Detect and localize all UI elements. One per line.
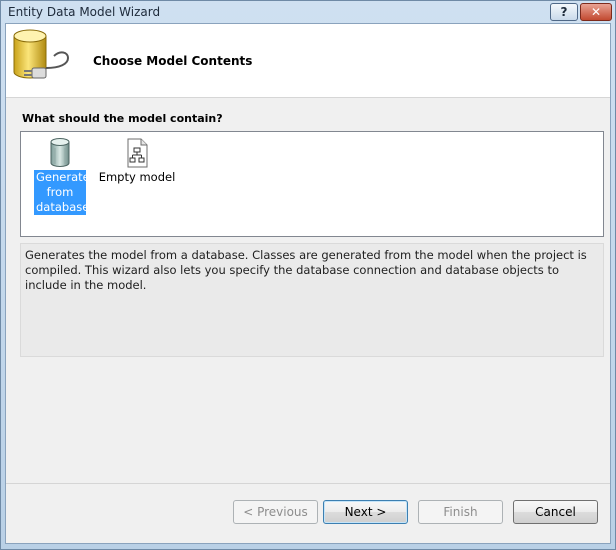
wizard-window: Entity Data Model Wizard ? ✕ Choose Mode… xyxy=(0,0,616,550)
next-button[interactable]: Next > xyxy=(323,500,408,524)
button-separator xyxy=(6,483,610,484)
cancel-button[interactable]: Cancel xyxy=(513,500,598,524)
previous-button[interactable]: < Previous xyxy=(233,500,318,524)
help-icon: ? xyxy=(560,5,568,19)
list-item-empty-model[interactable]: Empty model xyxy=(97,136,177,185)
list-item-generate-from-database[interactable]: Generate from database xyxy=(34,136,90,215)
wizard-header: Choose Model Contents xyxy=(6,24,610,98)
wizard-body: Choose Model Contents What should the mo… xyxy=(5,23,611,544)
list-item-label: Empty model xyxy=(98,170,176,184)
description-box: Generates the model from a database. Cla… xyxy=(20,243,604,357)
close-button[interactable]: ✕ xyxy=(580,3,612,21)
page-title: Choose Model Contents xyxy=(93,54,253,68)
question-label: What should the model contain? xyxy=(22,112,223,125)
database-plug-icon xyxy=(13,29,70,79)
empty-model-icon xyxy=(127,138,148,168)
window-title: Entity Data Model Wizard xyxy=(8,5,161,19)
list-item-label: Generate from database xyxy=(34,170,90,215)
help-button[interactable]: ? xyxy=(550,3,578,21)
finish-button[interactable]: Finish xyxy=(418,500,503,524)
close-icon: ✕ xyxy=(590,5,602,19)
model-contents-list[interactable]: Generate from database Empty model xyxy=(20,131,604,237)
database-icon xyxy=(50,138,70,167)
title-bar[interactable]: Entity Data Model Wizard ? ✕ xyxy=(1,1,615,23)
